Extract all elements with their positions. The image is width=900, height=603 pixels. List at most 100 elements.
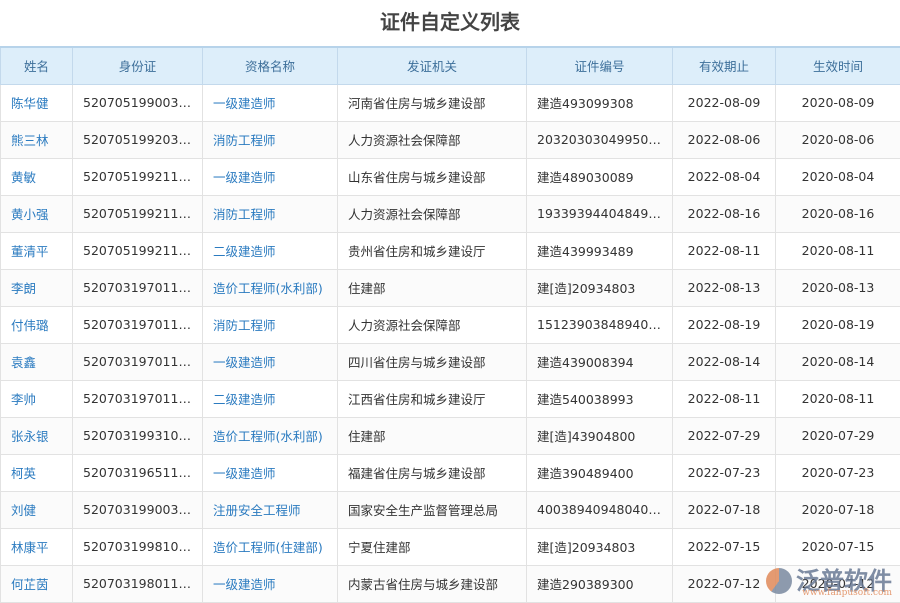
- column-header-issuer[interactable]: 发证机关: [338, 47, 527, 84]
- cell-qualification[interactable]: 造价工程师(水利部): [203, 269, 338, 306]
- cell-qualification[interactable]: 造价工程师(水利部): [203, 417, 338, 454]
- cell-cert-number: 建造493099308: [527, 84, 673, 121]
- column-header-effective-date[interactable]: 生效时间: [776, 47, 900, 84]
- cell-effective-date: 2020-07-15: [776, 528, 900, 565]
- cell-qualification[interactable]: 一级建造师: [203, 158, 338, 195]
- cell-id-card: 5207051990032...: [73, 84, 203, 121]
- cell-id-card: 5207031970110...: [73, 343, 203, 380]
- cell-qualification[interactable]: 消防工程师: [203, 195, 338, 232]
- cell-cert-number: 建造439993489: [527, 232, 673, 269]
- cell-issuer: 贵州省住房和城乡建设厅: [338, 232, 527, 269]
- cell-issuer: 人力资源社会保障部: [338, 306, 527, 343]
- cell-expiry-date: 2022-08-06: [673, 121, 776, 158]
- cell-name[interactable]: 张永银: [1, 417, 73, 454]
- table-row[interactable]: 熊三林5207051992032...消防工程师人力资源社会保障部2032030…: [1, 121, 900, 158]
- column-header-id-card[interactable]: 身份证: [73, 47, 203, 84]
- cell-expiry-date: 2022-07-29: [673, 417, 776, 454]
- cell-name[interactable]: 付伟璐: [1, 306, 73, 343]
- column-header-name[interactable]: 姓名: [1, 47, 73, 84]
- table-row[interactable]: 张永银5207031993103...造价工程师(水利部)住建部建[造]4390…: [1, 417, 900, 454]
- column-header-qualification[interactable]: 资格名称: [203, 47, 338, 84]
- column-header-cert-number[interactable]: 证件编号: [527, 47, 673, 84]
- cell-effective-date: 2020-08-13: [776, 269, 900, 306]
- cell-name[interactable]: 林康平: [1, 528, 73, 565]
- cell-qualification[interactable]: 一级建造师: [203, 84, 338, 121]
- logo-icon: [766, 568, 792, 594]
- cell-qualification[interactable]: 造价工程师(住建部): [203, 528, 338, 565]
- certificate-table: 姓名身份证资格名称发证机关证件编号有效期止生效时间 陈华健52070519900…: [0, 46, 900, 603]
- cell-expiry-date: 2022-08-11: [673, 380, 776, 417]
- cell-name[interactable]: 董清平: [1, 232, 73, 269]
- cell-expiry-date: 2022-08-14: [673, 343, 776, 380]
- cell-id-card: 5207051992032...: [73, 121, 203, 158]
- cell-issuer: 人力资源社会保障部: [338, 121, 527, 158]
- cell-issuer: 人力资源社会保障部: [338, 195, 527, 232]
- cell-name[interactable]: 黄小强: [1, 195, 73, 232]
- cell-id-card: 5207031980110...: [73, 565, 203, 602]
- cell-qualification[interactable]: 一级建造师: [203, 343, 338, 380]
- cell-effective-date: 2020-08-11: [776, 380, 900, 417]
- table-row[interactable]: 刘健5207031990031...注册安全工程师国家安全生产监督管理总局400…: [1, 491, 900, 528]
- cell-name[interactable]: 柯英: [1, 454, 73, 491]
- cell-name[interactable]: 袁鑫: [1, 343, 73, 380]
- table-row[interactable]: 陈华健5207051990032...一级建造师河南省住房与城乡建设部建造493…: [1, 84, 900, 121]
- cell-effective-date: 2020-08-04: [776, 158, 900, 195]
- cell-cert-number: 建[造]20934803: [527, 269, 673, 306]
- table-row[interactable]: 李帅5207031970110...二级建造师江西省住房和城乡建设厅建造5400…: [1, 380, 900, 417]
- cell-id-card: 5207031970110...: [73, 269, 203, 306]
- table-row[interactable]: 李朗5207031970110...造价工程师(水利部)住建部建[造]20934…: [1, 269, 900, 306]
- cell-expiry-date: 2022-08-09: [673, 84, 776, 121]
- watermark-logo: 泛普软件 www.fanpusoft.com: [766, 568, 892, 594]
- cell-expiry-date: 2022-08-16: [673, 195, 776, 232]
- cell-name[interactable]: 李帅: [1, 380, 73, 417]
- cell-cert-number: 建造489030089: [527, 158, 673, 195]
- cell-qualification[interactable]: 消防工程师: [203, 306, 338, 343]
- cell-qualification[interactable]: 消防工程师: [203, 121, 338, 158]
- cell-cert-number: 193393944048494...: [527, 195, 673, 232]
- cell-name[interactable]: 李朗: [1, 269, 73, 306]
- cell-issuer: 四川省住房与城乡建设部: [338, 343, 527, 380]
- cell-expiry-date: 2022-08-04: [673, 158, 776, 195]
- cell-id-card: 5207051992112...: [73, 195, 203, 232]
- cell-qualification[interactable]: 一级建造师: [203, 565, 338, 602]
- table-row[interactable]: 柯英5207031965110...一级建造师福建省住房与城乡建设部建造3904…: [1, 454, 900, 491]
- cell-issuer: 住建部: [338, 417, 527, 454]
- cell-effective-date: 2020-08-14: [776, 343, 900, 380]
- cell-qualification[interactable]: 注册安全工程师: [203, 491, 338, 528]
- table-row[interactable]: 袁鑫5207031970110...一级建造师四川省住房与城乡建设部建造4390…: [1, 343, 900, 380]
- table-row[interactable]: 林康平5207031998100...造价工程师(住建部)宁夏住建部建[造]20…: [1, 528, 900, 565]
- cell-effective-date: 2020-08-16: [776, 195, 900, 232]
- page-title: 证件自定义列表: [0, 0, 900, 46]
- cell-name[interactable]: 黄敏: [1, 158, 73, 195]
- cell-name[interactable]: 刘健: [1, 491, 73, 528]
- cell-expiry-date: 2022-08-13: [673, 269, 776, 306]
- cell-qualification[interactable]: 二级建造师: [203, 380, 338, 417]
- cell-name[interactable]: 熊三林: [1, 121, 73, 158]
- cell-effective-date: 2020-08-19: [776, 306, 900, 343]
- table-row[interactable]: 董清平5207051992110...二级建造师贵州省住房和城乡建设厅建造439…: [1, 232, 900, 269]
- cell-id-card: 5207051992112...: [73, 158, 203, 195]
- cell-cert-number: 151239038489409...: [527, 306, 673, 343]
- cell-cert-number: 建造439008394: [527, 343, 673, 380]
- column-header-expiry-date[interactable]: 有效期止: [673, 47, 776, 84]
- cell-issuer: 福建省住房与城乡建设部: [338, 454, 527, 491]
- cell-expiry-date: 2022-08-19: [673, 306, 776, 343]
- cell-issuer: 内蒙古省住房与城乡建设部: [338, 565, 527, 602]
- cell-id-card: 5207051992110...: [73, 232, 203, 269]
- cell-issuer: 宁夏住建部: [338, 528, 527, 565]
- cell-effective-date: 2020-08-11: [776, 232, 900, 269]
- cell-name[interactable]: 何芷茵: [1, 565, 73, 602]
- table-row[interactable]: 付伟璐5207031970110...消防工程师人力资源社会保障部1512390…: [1, 306, 900, 343]
- table-row[interactable]: 黄敏5207051992112...一级建造师山东省住房与城乡建设部建造4890…: [1, 158, 900, 195]
- cell-issuer: 江西省住房和城乡建设厅: [338, 380, 527, 417]
- cell-qualification[interactable]: 一级建造师: [203, 454, 338, 491]
- cell-qualification[interactable]: 二级建造师: [203, 232, 338, 269]
- cell-issuer: 国家安全生产监督管理总局: [338, 491, 527, 528]
- cell-cert-number: 203203030499509...: [527, 121, 673, 158]
- table-row[interactable]: 黄小强5207051992112...消防工程师人力资源社会保障部1933939…: [1, 195, 900, 232]
- cell-id-card: 5207031998100...: [73, 528, 203, 565]
- cell-expiry-date: 2022-07-15: [673, 528, 776, 565]
- cell-name[interactable]: 陈华健: [1, 84, 73, 121]
- cell-id-card: 5207031993103...: [73, 417, 203, 454]
- cell-cert-number: 建[造]43904800: [527, 417, 673, 454]
